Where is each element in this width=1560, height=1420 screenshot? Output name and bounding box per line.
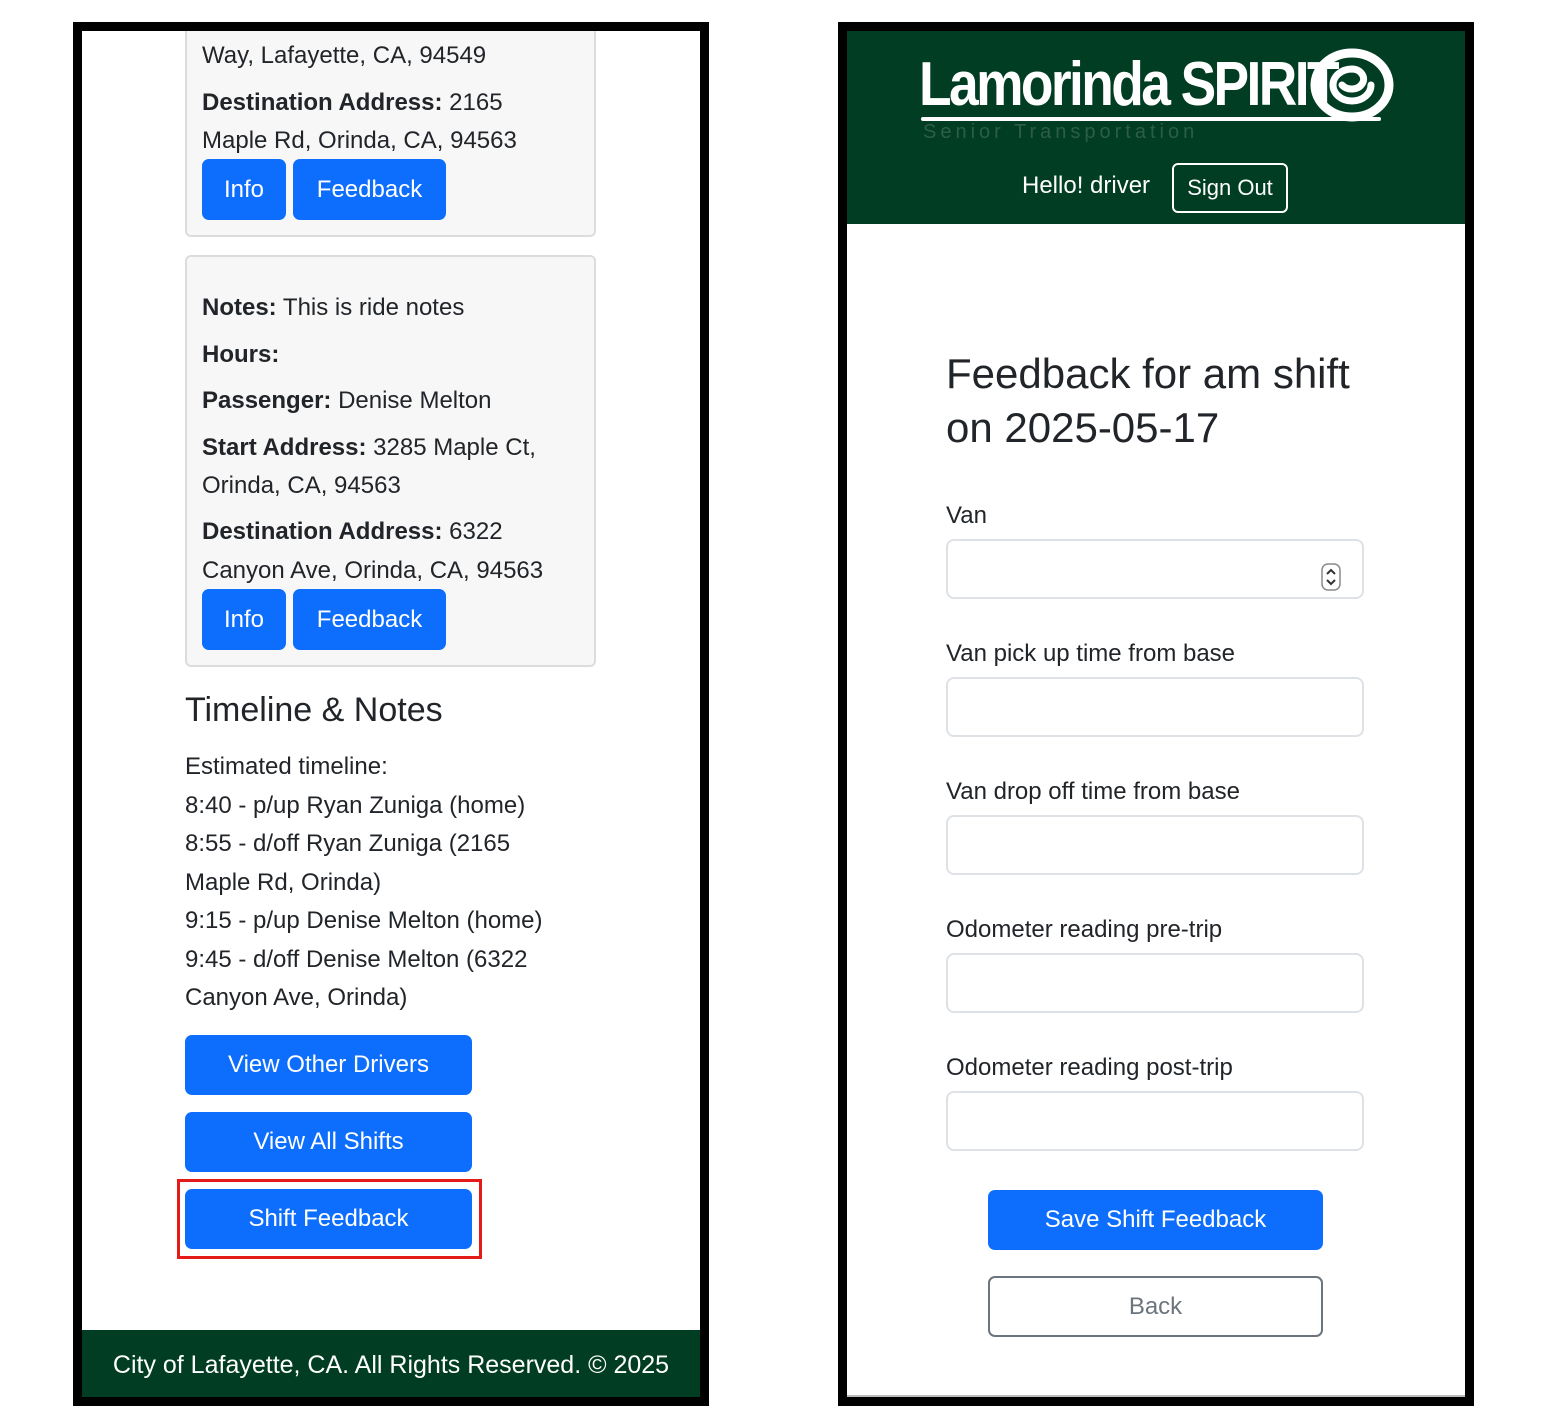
save-shift-feedback-button[interactable]: Save Shift Feedback — [988, 1190, 1323, 1250]
notes-row: Notes: This is ride notes — [202, 289, 464, 328]
destination-address: Destination Address: 2165 — [202, 84, 503, 123]
timeline-line: Canyon Ave, Orinda) — [185, 984, 408, 1011]
start-address-value-cont: Orinda, CA, 94563 — [202, 472, 401, 499]
right-phone-screen: Lamorinda SPIRIT Senior Transportation H… — [838, 22, 1474, 1406]
info-button[interactable]: Info — [202, 589, 286, 650]
destination-value: 2165 — [442, 89, 503, 116]
odometer-post-label: Odometer reading post-trip — [946, 1054, 1233, 1081]
van-pickup-time-label: Van pick up time from base — [946, 640, 1236, 667]
timeline-line: 9:15 - p/up Denise Melton (home) — [185, 907, 543, 934]
timeline-line: 8:40 - p/up Ryan Zuniga (home) — [185, 792, 526, 819]
app-header: Lamorinda SPIRIT Senior Transportation H… — [847, 31, 1465, 224]
notes-value: This is ride notes — [276, 294, 465, 321]
view-all-shifts-button[interactable]: View All Shifts — [185, 1112, 472, 1172]
back-button[interactable]: Back — [988, 1276, 1323, 1337]
timeline-heading: Timeline & Notes — [185, 691, 443, 729]
footer: City of Lafayette, CA. All Rights Reserv… — [82, 1330, 700, 1397]
spiral-logo-icon — [1310, 48, 1394, 122]
passenger-label: Passenger: — [202, 387, 332, 414]
shift-feedback-button[interactable]: Shift Feedback — [185, 1189, 472, 1249]
passenger-row: Passenger: Denise Melton — [202, 382, 491, 421]
van-pickup-time-input[interactable] — [946, 677, 1364, 737]
timeline-line: Maple Rd, Orinda) — [185, 869, 382, 896]
start-address-label: Start Address: — [202, 434, 367, 461]
van-dropoff-time-label: Van drop off time from base — [946, 778, 1240, 805]
destination-value-cont: Maple Rd, Orinda, CA, 94563 — [202, 127, 517, 154]
stepper-icon[interactable] — [1321, 563, 1341, 591]
timeline-line: 9:45 - d/off Denise Melton (6322 — [185, 946, 528, 973]
destination-label: Destination Address: — [202, 89, 443, 116]
start-address-row: Start Address: 3285 Maple Ct, — [202, 429, 536, 468]
start-address-tail: Way, Lafayette, CA, 94549 — [202, 42, 487, 69]
start-address-value: 3285 Maple Ct, — [366, 434, 536, 461]
odometer-post-input[interactable] — [946, 1091, 1364, 1151]
hours-row: Hours: — [202, 336, 279, 375]
bottom-divider — [847, 1395, 1465, 1397]
van-label: Van — [946, 502, 987, 529]
view-other-drivers-button[interactable]: View Other Drivers — [185, 1035, 472, 1095]
van-dropoff-time-input[interactable] — [946, 815, 1364, 875]
feedback-button[interactable]: Feedback — [293, 159, 446, 220]
feedback-button[interactable]: Feedback — [293, 589, 446, 650]
brand-logo-text: Lamorinda SPIRIT — [919, 50, 1340, 119]
destination-label: Destination Address: — [202, 518, 443, 545]
destination-value-cont: Canyon Ave, Orinda, CA, 94563 — [202, 557, 544, 584]
timeline-line: 8:55 - d/off Ryan Zuniga (2165 — [185, 830, 511, 857]
odometer-pre-input[interactable] — [946, 953, 1364, 1013]
van-input[interactable] — [946, 539, 1364, 599]
greeting-text: Hello! driver — [1022, 172, 1151, 199]
left-phone-screen: Way, Lafayette, CA, 94549 Destination Ad… — [73, 22, 709, 1406]
logo-tagline: Senior Transportation — [923, 121, 1199, 143]
page-title: Feedback for am shift on 2025-05-17 — [946, 350, 1350, 451]
odometer-pre-label: Odometer reading pre-trip — [946, 916, 1223, 943]
hours-label: Hours: — [202, 341, 280, 368]
notes-label: Notes: — [202, 294, 277, 321]
sign-out-button[interactable]: Sign Out — [1172, 163, 1288, 213]
destination-value: 6322 — [442, 518, 503, 545]
destination-address: Destination Address: 6322 — [202, 513, 503, 552]
info-button[interactable]: Info — [202, 159, 286, 220]
timeline-line: Estimated timeline: — [185, 753, 388, 780]
passenger-value: Denise Melton — [331, 387, 492, 414]
